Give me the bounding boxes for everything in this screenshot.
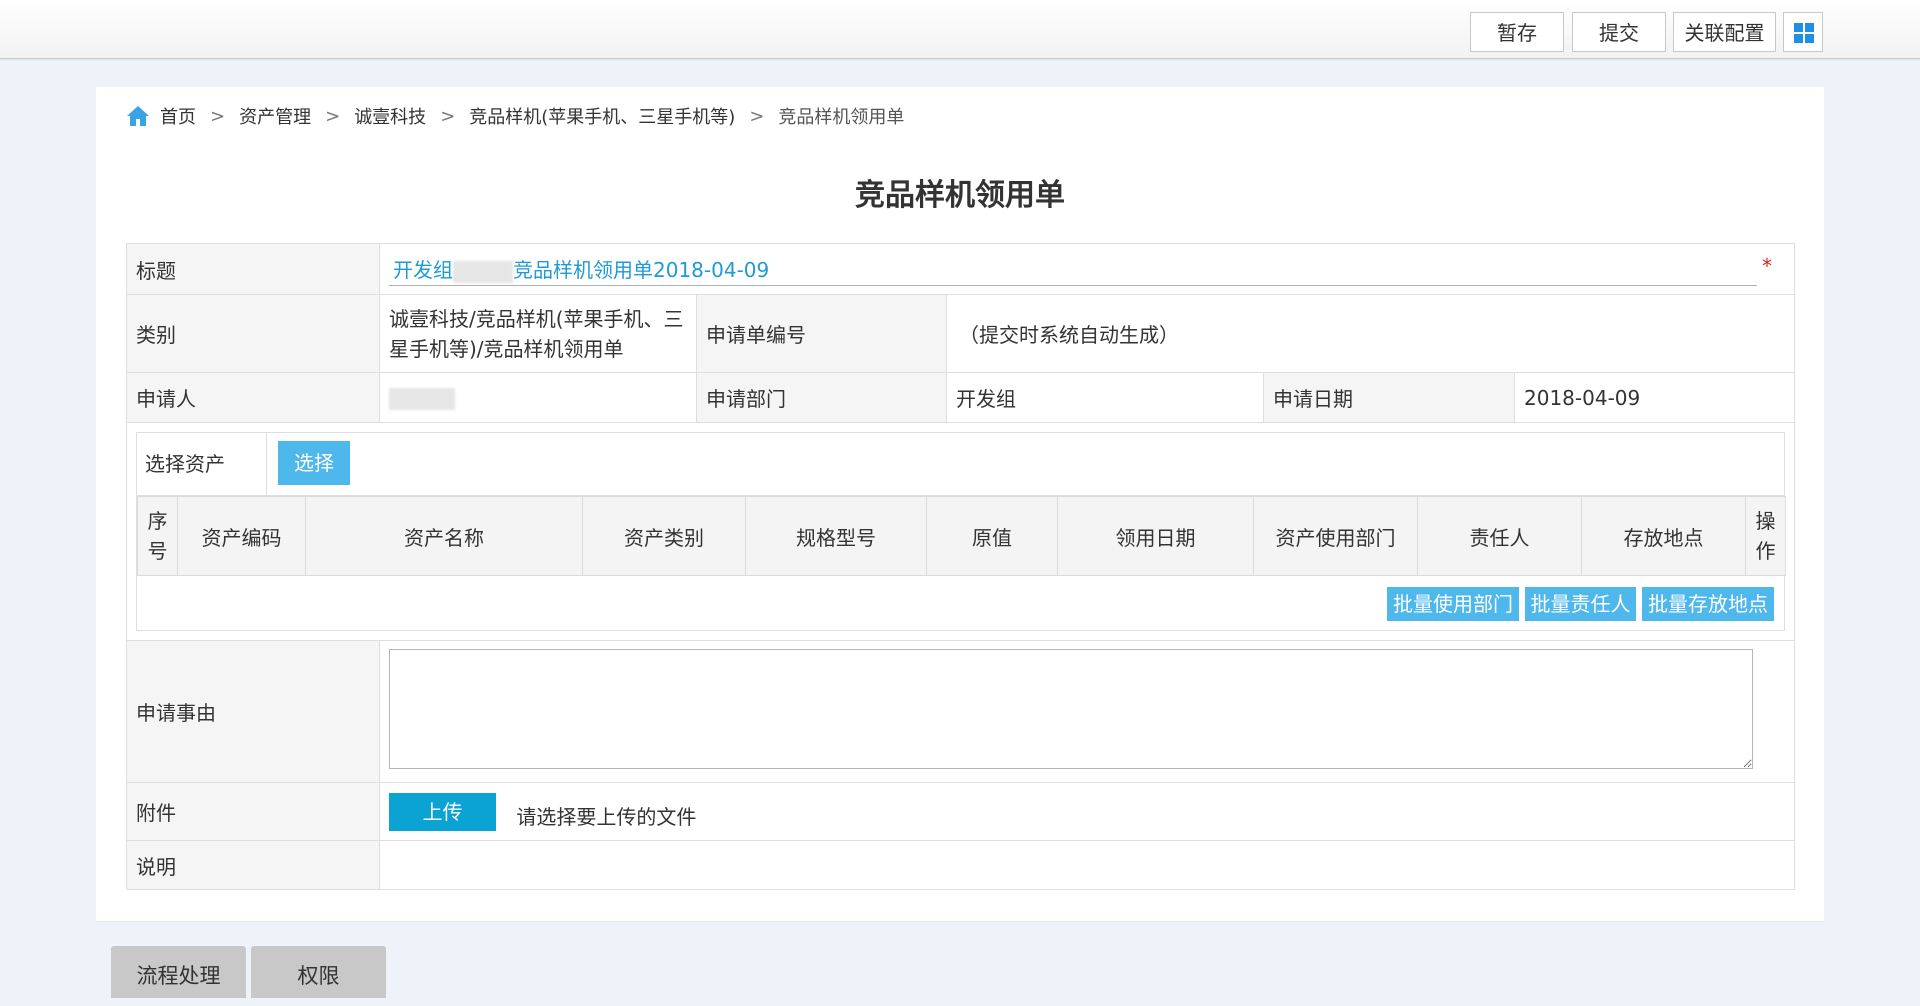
col-asset-name: 资产名称 [305,496,583,576]
upload-button[interactable]: 上传 [389,792,496,831]
reason-textarea[interactable] [389,649,1753,769]
note-label: 说明 [126,840,380,890]
batch-location-button[interactable]: 批量存放地点 [1642,587,1774,621]
form-table: 标题 开发组 竞品样机领用单2018-04-09 * 类别 诚壹科技/竞品样机(苹… [125,243,1796,890]
app-no-label: 申请单编号 [696,294,947,373]
breadcrumb-home[interactable]: 首页 [160,103,196,129]
blurred-name [453,260,513,283]
reason-label: 申请事由 [126,640,380,783]
breadcrumb-item[interactable]: 资产管理 [239,103,311,129]
dept-label: 申请部门 [696,372,947,423]
batch-actions: 批量使用部门 批量责任人 批量存放地点 [137,576,1784,630]
home-icon [127,106,149,126]
tab-workflow[interactable]: 流程处理 [111,946,246,998]
chevron-right-icon: > [210,105,226,127]
title-input[interactable]: 开发组 竞品样机领用单2018-04-09 [389,252,1757,286]
breadcrumb-current: 竞品样机领用单 [778,107,905,128]
col-original-value: 原值 [926,496,1058,576]
col-action: 操作 [1745,496,1786,576]
col-owner: 责任人 [1417,496,1582,576]
note-value [378,840,1796,890]
form-card: 首页 > 资产管理 > 诚壹科技 > 竞品样机(苹果手机、三星手机等) > 竞品… [96,87,1824,922]
app-no-value: （提交时系统自动生成） [945,294,1796,373]
applicant-label: 申请人 [126,372,380,423]
title-label: 标题 [126,243,380,295]
chevron-right-icon: > [325,105,341,127]
col-seq: 序号 [137,496,178,576]
category-value: 诚壹科技/竞品样机(苹果手机、三星手机等)/竞品样机领用单 [379,294,697,373]
col-asset-category: 资产类别 [582,496,746,576]
attachment-label: 附件 [126,782,380,841]
applicant-value [389,387,455,410]
page-title: 竞品样机领用单 [855,178,1065,213]
breadcrumb: 首页 > 资产管理 > 诚壹科技 > 竞品样机(苹果手机、三星手机等) > 竞品… [126,101,904,131]
category-label: 类别 [126,294,380,373]
asset-table: 序号 资产编码 资产名称 资产类别 规格型号 原值 领用日期 资产使用部门 责任… [137,496,1786,576]
top-toolbar: 暂存 提交 关联配置 [0,0,1920,59]
upload-hint: 请选择要上传的文件 [516,805,697,829]
breadcrumb-item[interactable]: 竞品样机(苹果手机、三星手机等) [469,103,735,129]
submit-button[interactable]: 提交 [1572,12,1666,52]
col-spec-model: 规格型号 [745,496,927,576]
title-suffix: 竞品样机领用单2018-04-09 [513,258,770,282]
col-receive-date: 领用日期 [1057,496,1254,576]
batch-owner-button[interactable]: 批量责任人 [1525,587,1636,621]
link-config-button[interactable]: 关联配置 [1673,12,1776,52]
asset-section: 选择资产 选择 序号 资产编码 资产名称 资产类别 规格型号 原值 领用日期 资… [136,432,1786,631]
col-use-dept: 资产使用部门 [1253,496,1418,576]
breadcrumb-item[interactable]: 诚壹科技 [354,103,426,129]
title-prefix: 开发组 [393,258,453,282]
batch-dept-button[interactable]: 批量使用部门 [1387,587,1519,621]
date-label: 申请日期 [1263,372,1515,423]
asset-select-label: 选择资产 [137,433,267,495]
grid-menu-icon[interactable] [1783,12,1823,52]
chevron-right-icon: > [440,105,456,127]
select-asset-button[interactable]: 选择 [278,441,350,485]
date-value: 2018-04-09 [1513,372,1796,423]
save-draft-button[interactable]: 暂存 [1470,12,1564,52]
dept-value: 开发组 [946,372,1264,423]
required-mark: * [1762,254,1772,278]
card-divider [96,921,1824,922]
chevron-right-icon: > [749,105,765,127]
tab-permissions[interactable]: 权限 [251,946,386,998]
col-asset-code: 资产编码 [177,496,306,576]
col-location: 存放地点 [1581,496,1746,576]
